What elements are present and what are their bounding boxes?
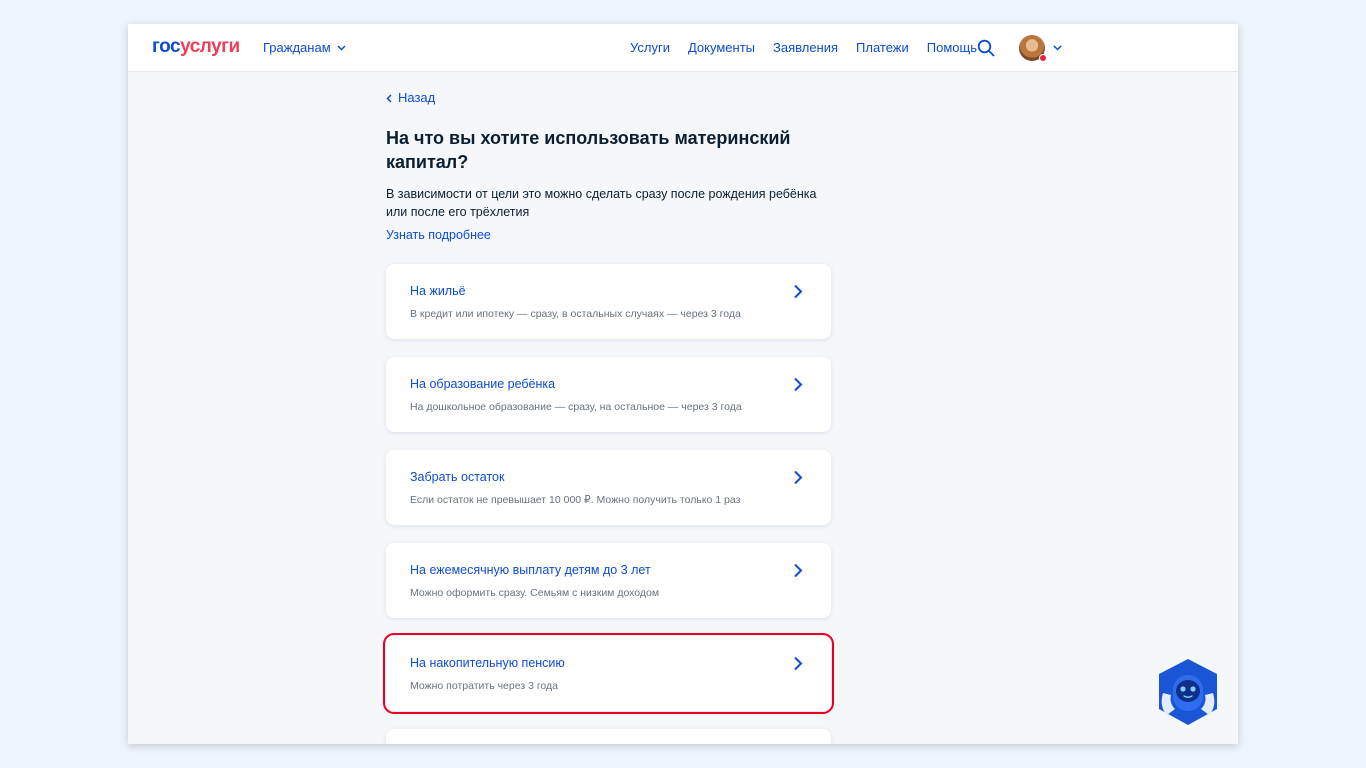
chevron-left-icon bbox=[386, 93, 392, 103]
logo-part-gos: гос bbox=[152, 36, 181, 57]
option-subtitle: В кредит или ипотеку — сразу, в остальны… bbox=[410, 308, 741, 320]
main-content: Назад На что вы хотите использовать мате… bbox=[386, 90, 831, 244]
nav-services[interactable]: Услуги bbox=[630, 40, 670, 56]
gosuslugi-logo[interactable]: госуслуги bbox=[152, 36, 240, 58]
option-title: На накопительную пенсию bbox=[410, 656, 565, 670]
back-link[interactable]: Назад bbox=[386, 90, 831, 106]
chevron-right-icon bbox=[794, 563, 803, 578]
nav-payments[interactable]: Платежи bbox=[856, 40, 909, 56]
search-button[interactable] bbox=[977, 39, 995, 62]
page-description: В зависимости от цели это можно сделать … bbox=[386, 187, 817, 219]
avatar bbox=[1019, 35, 1047, 62]
option-subtitle: Можно потратить через 3 года bbox=[410, 680, 559, 692]
option-card-partial[interactable] bbox=[386, 729, 831, 744]
option-subtitle: Можно оформить сразу. Семьям с низким до… bbox=[410, 587, 660, 599]
nav-help[interactable]: Помощь bbox=[927, 40, 977, 56]
user-menu[interactable] bbox=[1019, 35, 1062, 62]
option-title: На образование ребёнка bbox=[410, 377, 556, 391]
option-title: На жильё bbox=[410, 284, 466, 298]
nav-applications[interactable]: Заявления bbox=[773, 40, 838, 56]
chevron-right-icon bbox=[794, 470, 803, 485]
option-card-pension[interactable]: На накопительную пенсию Можно потратить … bbox=[383, 633, 834, 714]
chevron-down-icon bbox=[1053, 45, 1062, 51]
robot-assistant-icon bbox=[1159, 659, 1217, 725]
back-label: Назад bbox=[398, 90, 436, 105]
option-card-education[interactable]: На образование ребёнка На дошкольное обр… bbox=[386, 357, 831, 432]
role-selector[interactable]: Гражданам bbox=[263, 40, 346, 56]
page-title: На что вы хотите использовать матерински… bbox=[386, 128, 791, 172]
option-card-monthly-payment[interactable]: На ежемесячную выплату детям до 3 лет Мо… bbox=[386, 543, 831, 618]
logo-part-uslugi: услуги bbox=[180, 36, 240, 57]
option-card-remainder[interactable]: Забрать остаток Если остаток не превышае… bbox=[386, 450, 831, 525]
learn-more-link[interactable]: Узнать подробнее bbox=[386, 227, 491, 243]
option-title: Забрать остаток bbox=[410, 470, 505, 484]
notification-dot bbox=[1039, 54, 1047, 62]
search-icon bbox=[977, 39, 995, 57]
main-nav: Услуги Документы Заявления Платежи Помощ… bbox=[630, 40, 977, 56]
options-list: На жильё В кредит или ипотеку — сразу, в… bbox=[383, 264, 834, 744]
option-title: На ежемесячную выплату детям до 3 лет bbox=[410, 563, 651, 577]
chevron-down-icon bbox=[337, 45, 346, 51]
option-subtitle: На дошкольное образование — сразу, на ос… bbox=[410, 401, 742, 413]
role-label: Гражданам bbox=[263, 40, 331, 55]
option-card-housing[interactable]: На жильё В кредит или ипотеку — сразу, в… bbox=[386, 264, 831, 339]
chevron-right-icon bbox=[794, 656, 803, 671]
chevron-right-icon bbox=[794, 377, 803, 392]
option-subtitle: Если остаток не превышает 10 000 ₽. Можн… bbox=[410, 494, 741, 506]
assistant-button[interactable] bbox=[1155, 657, 1221, 732]
nav-documents[interactable]: Документы bbox=[688, 40, 755, 56]
top-header: госуслуги Гражданам Услуги Документы Зая… bbox=[128, 24, 1238, 72]
browser-window: госуслуги Гражданам Услуги Документы Зая… bbox=[128, 24, 1238, 744]
chevron-right-icon bbox=[794, 284, 803, 299]
